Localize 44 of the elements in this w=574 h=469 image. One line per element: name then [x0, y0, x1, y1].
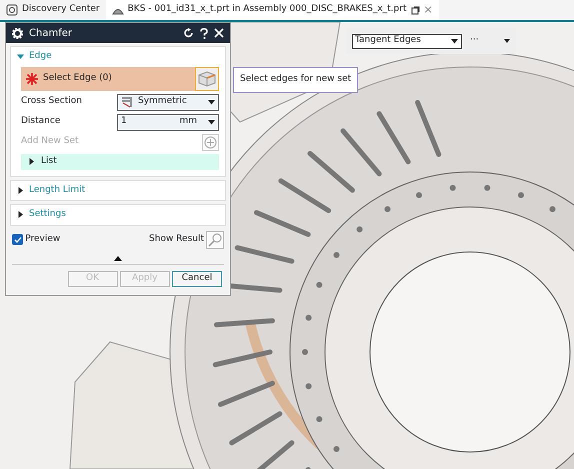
magnifier-icon [208, 232, 222, 246]
section-header[interactable]: Length Limit [11, 180, 225, 200]
reset-icon [184, 28, 194, 38]
close-icon [214, 28, 224, 38]
collapsed-caret-icon [28, 158, 35, 165]
field-label: Distance [21, 115, 62, 128]
expanded-caret-icon [17, 53, 24, 60]
help-icon [200, 28, 208, 38]
select-edge-row[interactable]: Select Edge (0) [21, 66, 219, 90]
add-new-set-label: Add New Set [21, 135, 80, 148]
collapse-caret-icon [114, 256, 122, 260]
selection-filter-dropdown[interactable]: Tangent Edges [352, 34, 462, 48]
dialog-button[interactable]: Cancel [172, 270, 222, 286]
cross-section-dropdown[interactable]: Symmetric [117, 94, 219, 110]
plus-icon [204, 136, 217, 148]
tooltip: Select edges for new set [233, 67, 358, 92]
collapsed-caret-icon [17, 211, 24, 218]
section-header[interactable]: Edge [11, 47, 225, 66]
show-result-label: Show Result [149, 232, 204, 246]
tab[interactable]: BKS - 001_id31_x_t.prt in Assembly 000_DISC_BRAKES_x_t.prt × [106, 0, 439, 20]
close-tab-button[interactable]: × [424, 2, 433, 18]
gear-icon [12, 28, 23, 38]
distance-field[interactable]: 1 mm [117, 114, 219, 130]
more-button[interactable]: ··· [470, 34, 479, 48]
tab[interactable]: Discovery Center [0, 0, 106, 20]
preview-label: Preview [25, 232, 60, 246]
field-label: Cross Section [21, 95, 83, 108]
dropdown-caret-icon [208, 120, 215, 124]
dropdown-caret-icon [450, 38, 459, 44]
list-toggle[interactable]: List [21, 154, 219, 170]
section-header[interactable]: Settings [11, 205, 225, 224]
cube-icon [198, 70, 216, 86]
dropdown-caret-icon [208, 100, 215, 104]
collapsed-caret-icon [17, 186, 24, 194]
tab-label: BKS - 001_id31_x_t.prt in Assembly 000_DISC_BRAKES_x_t.prt [128, 3, 406, 16]
restore-icon [410, 6, 420, 14]
toolbar-caret-icon [504, 39, 510, 43]
preview-checkbox[interactable] [12, 234, 23, 245]
select-edge-label: Select Edge (0) [43, 72, 113, 85]
dialog-title: Chamfer [29, 26, 73, 40]
add-set-button[interactable] [202, 134, 219, 150]
edge-selector-button[interactable] [195, 66, 219, 90]
tab-label: Discovery Center [22, 3, 100, 16]
show-result-button[interactable] [206, 230, 224, 248]
